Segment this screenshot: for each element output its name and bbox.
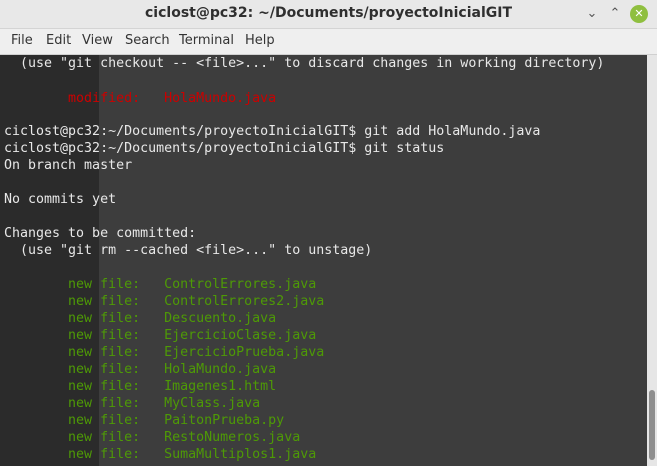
menu-edit[interactable]: Edit [46, 33, 71, 48]
title-bar[interactable]: ciclost@pc32: ~/Documents/proyectoInicia… [0, 0, 657, 29]
prompt-line: ciclost@pc32:~/Documents/proyectoInicial… [4, 124, 541, 139]
terminal-window: ciclost@pc32: ~/Documents/proyectoInicia… [0, 0, 657, 466]
menu-view[interactable]: View [82, 33, 113, 48]
new-file-line: new file: EjercicioPrueba.java [4, 345, 325, 360]
vertical-scrollbar[interactable] [647, 55, 657, 466]
maximize-icon[interactable]: ⌃ [605, 4, 625, 24]
new-file-line: new file: EjercicioClase.java [4, 328, 317, 343]
new-file-line: new file: SumaMultiplos1.java [4, 447, 317, 462]
menu-file[interactable]: File [11, 33, 33, 48]
new-file-line: new file: Descuento.java [4, 311, 277, 326]
menu-help[interactable]: Help [245, 33, 275, 48]
new-file-line: new file: HolaMundo.java [4, 362, 277, 377]
modified-line: modified: HolaMundo.java [4, 90, 276, 107]
new-file-line: new file: ControlErrores.java [4, 277, 317, 292]
prompt-line: ciclost@pc32:~/Documents/proyectoInicial… [4, 141, 445, 156]
new-file-line: new file: MyClass.java [4, 396, 261, 411]
no-commits-line: No commits yet [4, 192, 117, 207]
new-file-line: new file: PaitonPrueba.py [4, 413, 285, 428]
new-file-line: new file: RestoNumeros.java [4, 430, 301, 445]
scrollbar-thumb[interactable] [649, 390, 655, 460]
unstage-hint: (use "git rm --cached <file>..." to unst… [4, 243, 373, 258]
menu-search[interactable]: Search [125, 33, 170, 48]
menu-bar: File Edit View Search Terminal Help [0, 29, 657, 55]
close-icon[interactable]: ✕ [630, 5, 648, 23]
new-file-line: new file: ControlErrores2.java [4, 294, 325, 309]
terminal-line: (use "git checkout -- <file>..." to disc… [4, 56, 605, 71]
window-title: ciclost@pc32: ~/Documents/proyectoInicia… [145, 5, 512, 21]
terminal-output[interactable]: (use "git checkout -- <file>..." to disc… [0, 55, 647, 466]
new-file-line: new file: Imagenes1.html [4, 379, 277, 394]
minimize-icon[interactable]: ⌄ [582, 4, 602, 24]
modified-file: modified: HolaMundo.java [68, 91, 277, 106]
menu-terminal[interactable]: Terminal [179, 33, 234, 48]
branch-line: On branch master [4, 158, 133, 173]
changes-header: Changes to be committed: [4, 226, 197, 241]
